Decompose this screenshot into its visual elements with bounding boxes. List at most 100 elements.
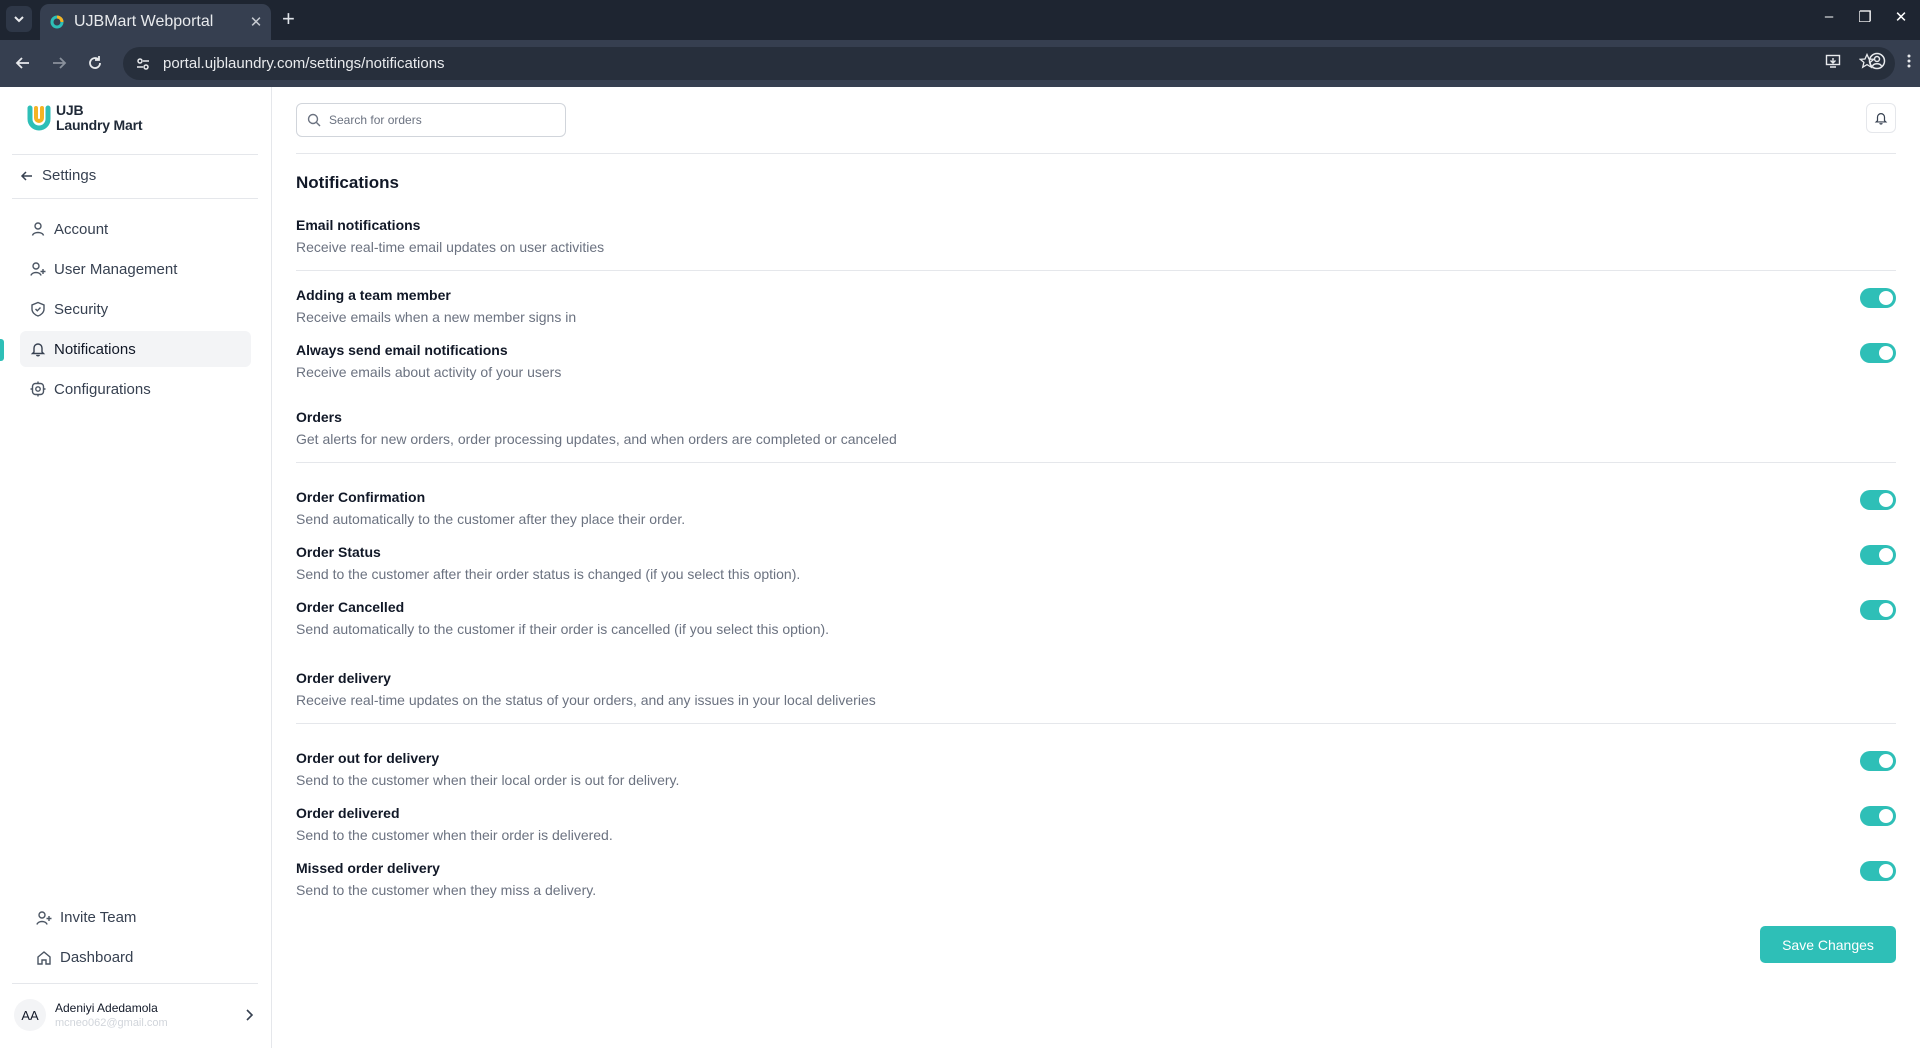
profile-icon[interactable] [1868,52,1886,70]
user-icon [31,222,45,236]
sidebar-item-label: Security [54,300,109,318]
toggle-switch[interactable] [1860,600,1896,620]
main-content: Notifications Email notifications Receiv… [272,87,1920,1048]
address-bar[interactable]: portal.ujblaundry.com/settings/notificat… [123,47,1895,80]
toggle-switch[interactable] [1860,861,1896,881]
setting-title: Adding a team member [296,287,451,303]
setting-row: Order delivered Send to the customer whe… [296,805,1896,843]
arrow-right-icon [53,57,67,69]
tab-list-button[interactable] [6,6,32,32]
reload-button[interactable] [84,52,106,74]
section-title: Orders [296,409,342,425]
save-changes-button[interactable]: Save Changes [1760,926,1896,963]
toggle-switch[interactable] [1860,343,1896,363]
logo-line-1: UJB [56,102,84,118]
bell-icon [30,343,46,357]
user-name: Adeniyi Adedamola [55,1001,158,1015]
invite-team-label: Invite Team [60,909,137,926]
section-header-order-delivery: Order delivery Receive real-time updates… [296,670,1896,708]
site-settings-icon[interactable] [135,56,151,72]
setting-row: Adding a team member Receive emails when… [296,287,1896,325]
invite-team-link[interactable]: Invite Team [36,909,136,926]
install-app-icon[interactable] [1825,53,1841,69]
restore-icon[interactable]: ❐ [1858,8,1872,26]
back-button[interactable] [12,52,34,74]
setting-description: Send to the customer when they miss a de… [296,882,597,898]
active-nav-indicator [0,339,4,361]
sidebar-item-account[interactable]: Account [20,211,251,247]
sidebar-item-label: Configurations [54,380,151,398]
search-box[interactable] [296,103,566,137]
dashboard-link[interactable]: Dashboard [36,949,133,966]
setting-title: Always send email notifications [296,342,508,358]
search-input[interactable] [329,113,549,127]
header-divider [296,153,1896,154]
toggle-switch[interactable] [1860,490,1896,510]
sidebar-item-label: Notifications [54,340,136,358]
sidebar-divider [12,198,258,199]
sidebar-item-user-management[interactable]: User Management [20,251,251,287]
app-root: UJB Laundry Mart Settings Account User M… [0,87,1920,1048]
sidebar-divider [12,983,258,984]
kebab-menu-icon[interactable] [1906,53,1912,69]
browser-toolbar: portal.ujblaundry.com/settings/notificat… [0,40,1920,87]
setting-row: Order Confirmation Send automatically to… [296,489,1896,527]
chevron-down-icon [14,16,24,23]
bell-icon [1874,113,1888,125]
sidebar-item-security[interactable]: Security [20,291,251,327]
sidebar-item-notifications[interactable]: Notifications [20,331,251,367]
setting-row: Order Status Send to the customer after … [296,544,1896,582]
minimize-icon[interactable]: – [1822,8,1836,26]
avatar: AA [14,999,46,1031]
gear-icon [30,381,46,397]
logo-line-2: Laundry Mart [56,117,143,133]
tab-title: UJBMart Webportal [74,13,214,30]
toggle-switch[interactable] [1860,545,1896,565]
favicon-icon [50,15,64,29]
setting-description: Send to the customer when their order is… [296,827,613,843]
section-title: Order delivery [296,670,391,686]
section-header-email: Email notifications Receive real-time em… [296,217,1896,255]
setting-title: Order Status [296,544,381,560]
setting-description: Send automatically to the customer after… [296,511,686,527]
home-icon [37,950,51,965]
toggle-switch[interactable] [1860,806,1896,826]
brand-logo[interactable]: UJB Laundry Mart [26,103,142,133]
sidebar-item-label: Account [54,220,109,238]
setting-description: Receive emails about activity of your us… [296,364,562,380]
setting-title: Order delivered [296,805,400,821]
browser-tab[interactable]: UJBMart Webportal ✕ [40,4,271,40]
setting-description: Send automatically to the customer if th… [296,621,830,637]
section-divider [296,270,1896,271]
user-profile[interactable]: AA Adeniyi Adedamola mcneo062@gmail.com [14,999,254,1031]
section-description: Get alerts for new orders, order process… [296,431,897,447]
sidebar: UJB Laundry Mart Settings Account User M… [0,87,272,1048]
section-divider [296,462,1896,463]
back-to-settings-link[interactable]: Settings [20,167,96,184]
setting-row: Missed order delivery Send to the custom… [296,860,1896,898]
close-tab-icon[interactable]: ✕ [245,13,267,31]
sidebar-divider [12,154,258,155]
setting-row: Order Cancelled Send automatically to th… [296,599,1896,637]
user-plus-icon [30,262,46,276]
setting-description: Send to the customer when their local or… [296,772,680,788]
section-divider [296,723,1896,724]
browser-tab-strip: UJBMart Webportal ✕ + – ❐ ✕ [0,0,1920,40]
notifications-button[interactable] [1866,103,1896,133]
toggle-switch[interactable] [1860,288,1896,308]
toggle-switch[interactable] [1860,751,1896,771]
back-settings-label: Settings [42,167,97,184]
setting-title: Order Cancelled [296,599,405,615]
page-title: Notifications [296,173,399,192]
url-text: portal.ujblaundry.com/settings/notificat… [163,55,445,72]
forward-button[interactable] [48,52,70,74]
section-description: Receive real-time email updates on user … [296,239,605,255]
sidebar-item-configurations[interactable]: Configurations [20,371,251,407]
new-tab-button[interactable]: + [282,8,295,30]
dashboard-label: Dashboard [60,949,134,966]
chevron-right-icon [246,1009,254,1021]
setting-title: Order Confirmation [296,489,426,505]
close-window-icon[interactable]: ✕ [1894,8,1908,26]
section-description: Receive real-time updates on the status … [296,692,876,708]
sidebar-item-label: User Management [54,260,178,278]
